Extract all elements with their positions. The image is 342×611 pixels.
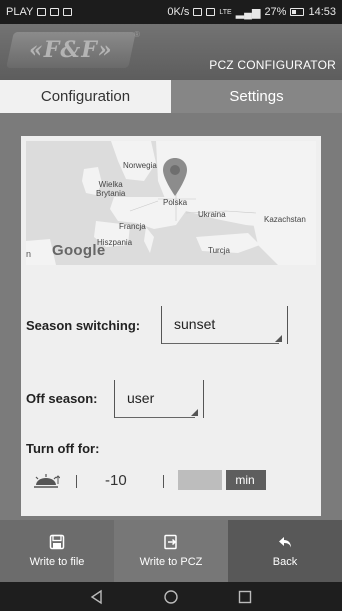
- logo: «F&F»: [6, 32, 136, 68]
- export-icon: [164, 534, 177, 550]
- tab-settings[interactable]: Settings: [171, 80, 342, 113]
- turn-off-label: Turn off for:: [26, 441, 100, 456]
- reply-arrow-icon: [279, 537, 291, 548]
- configuration-panel: Norwegia Wielka Brytania Polska Ukraina …: [21, 136, 321, 516]
- off-season-value: user: [127, 390, 155, 406]
- back-label: Back: [272, 556, 298, 568]
- map-edge-label: n: [26, 249, 32, 259]
- tab-bar: Configuration Settings: [0, 80, 342, 113]
- map-label-turkey: Turcja: [208, 246, 230, 255]
- nav-back-icon[interactable]: [89, 589, 105, 605]
- status-left: PLAY: [6, 6, 73, 18]
- map-pin-icon[interactable]: [162, 157, 188, 197]
- app-header: «F&F» ® PCZ CONFIGURATOR: [0, 24, 342, 80]
- offset-unit: min: [235, 473, 255, 487]
- map-label-poland: Polska: [163, 198, 188, 207]
- offset-slider[interactable]: min: [178, 470, 266, 490]
- signal-type: LTE: [219, 8, 232, 16]
- logo-registered-mark: ®: [134, 30, 140, 39]
- map-label-france: Francja: [119, 222, 146, 231]
- sunset-icon: [34, 474, 60, 488]
- notification-icon: [37, 8, 47, 16]
- off-season-select[interactable]: user: [114, 380, 204, 418]
- status-bar: PLAY 0K/s LTE ▂▄▆ 27% 14:53: [0, 0, 342, 24]
- floppy-disk-icon: [49, 534, 65, 550]
- page-title: PCZ CONFIGURATOR: [209, 58, 336, 72]
- map-label-norway: Norwegia: [123, 161, 157, 170]
- offset-separator-left: [76, 475, 77, 488]
- google-logo: Google: [52, 242, 106, 259]
- write-to-pcz-label: Write to PCZ: [139, 556, 203, 568]
- write-to-pcz-button[interactable]: Write to PCZ: [114, 520, 228, 582]
- dropdown-arrow-icon: [191, 409, 198, 416]
- season-switching-select[interactable]: sunset: [161, 306, 288, 344]
- season-switching-value: sunset: [174, 316, 216, 332]
- back-button[interactable]: Back: [228, 520, 342, 582]
- offset-separator-right: [163, 475, 164, 488]
- nfc-icon: [193, 8, 203, 16]
- clock: 14:53: [308, 6, 336, 18]
- system-nav-bar: [0, 582, 342, 611]
- tab-configuration[interactable]: Configuration: [0, 80, 171, 113]
- carrier-name: PLAY: [6, 6, 34, 18]
- map-label-kazakhstan: Kazachstan: [264, 215, 306, 224]
- signal-icon: ▂▄▆: [235, 6, 261, 19]
- off-season-label: Off season:: [26, 391, 98, 406]
- network-speed: 0K/s: [167, 6, 190, 18]
- write-to-file-label: Write to file: [29, 556, 85, 568]
- battery-icon: [290, 8, 305, 16]
- battery-level: 27%: [264, 6, 287, 18]
- nav-home-icon[interactable]: [163, 589, 179, 605]
- location-map[interactable]: Norwegia Wielka Brytania Polska Ukraina …: [26, 141, 316, 265]
- offset-value[interactable]: -10: [105, 472, 127, 489]
- message-icon: [50, 8, 60, 16]
- write-to-file-button[interactable]: Write to file: [0, 520, 114, 582]
- alarm-icon: [206, 8, 216, 16]
- bottom-action-bar: Write to file Write to PCZ Back: [0, 520, 342, 582]
- logo-text: «F&F»: [29, 37, 113, 63]
- app-notification-icon: [63, 8, 73, 16]
- status-right: 0K/s LTE ▂▄▆ 27% 14:53: [167, 6, 336, 19]
- dropdown-arrow-icon: [275, 335, 282, 342]
- nav-recents-icon[interactable]: [237, 589, 253, 605]
- map-label-uk: Wielka Brytania: [96, 180, 126, 198]
- season-switching-label: Season switching:: [26, 318, 141, 333]
- offset-row: -10 min: [21, 469, 321, 495]
- content-area: Norwegia Wielka Brytania Polska Ukraina …: [0, 113, 342, 520]
- map-label-ukraine: Ukraina: [198, 210, 226, 219]
